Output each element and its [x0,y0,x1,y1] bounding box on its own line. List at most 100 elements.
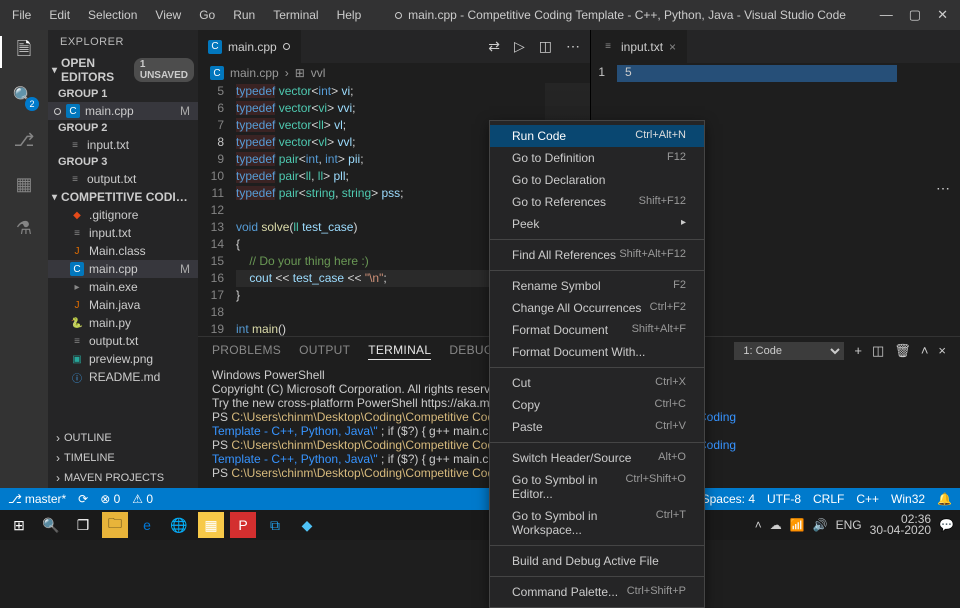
search-icon[interactable]: 🔍2 [12,84,36,108]
close-icon[interactable]: ✕ [937,7,948,23]
app-icon[interactable]: ▦ [198,512,224,538]
file-item[interactable]: ▸main.exe [48,278,198,296]
file-item[interactable]: ≡output.txt [48,332,198,350]
ctx-format-document[interactable]: Format DocumentShift+Alt+F [490,319,704,341]
open-editor-item[interactable]: ≡input.txt [48,136,198,154]
file-item[interactable]: 🐍main.py [48,314,198,332]
start-icon[interactable]: ⊞ [6,512,32,538]
ctx-go-to-symbol-in-editor-[interactable]: Go to Symbol in Editor...Ctrl+Shift+O [490,469,704,505]
menu-help[interactable]: Help [329,4,370,26]
ctx-peek[interactable]: Peek▸ [490,213,704,235]
compare-icon[interactable]: ⇄ [488,38,500,55]
close-panel-icon[interactable]: × [938,343,946,358]
tab-main-cpp[interactable]: Cmain.cpp [198,30,301,63]
explorer-task-icon[interactable]: 🗀 [102,512,128,538]
lang-indicator[interactable]: ENG [836,518,862,532]
cloud-icon[interactable]: ☁ [770,518,782,532]
os[interactable]: Win32 [891,492,925,506]
file-item[interactable]: ◆.gitignore [48,206,198,224]
explorer-icon[interactable]: 🗎 [12,40,36,64]
more-icon[interactable]: ⋯ [566,38,580,55]
git-branch[interactable]: ⎇ master* [8,492,66,506]
maximize-panel-icon[interactable]: ˄ [921,343,929,358]
ctx-copy[interactable]: CopyCtrl+C [490,394,704,416]
edge-icon[interactable]: e [134,512,160,538]
tab-input-txt[interactable]: ≡input.txt× [591,30,687,63]
errors[interactable]: ⊗ 0 [100,492,120,506]
ctx-go-to-declaration[interactable]: Go to Declaration [490,169,704,191]
ctx-run-code[interactable]: Run CodeCtrl+Alt+N [490,125,704,147]
ctx-switch-header-source[interactable]: Switch Header/SourceAlt+O [490,447,704,469]
ctx-cut[interactable]: CutCtrl+X [490,372,704,394]
tray-chevron-icon[interactable]: ˄ [755,518,762,532]
open-editors-header[interactable]: ▾OPEN EDITORS 1 UNSAVED [48,54,198,86]
ctx-go-to-symbol-in-workspace-[interactable]: Go to Symbol in Workspace...Ctrl+T [490,505,704,541]
file-item[interactable]: JMain.java [48,296,198,314]
language-mode[interactable]: C++ [856,492,879,506]
file-item[interactable]: Cmain.cppM [48,260,198,278]
notifications-icon[interactable]: 🔔 [937,492,952,506]
file-item[interactable]: ▣preview.png [48,350,198,368]
warnings[interactable]: ⚠ 0 [132,492,153,506]
breadcrumb[interactable]: Cmain.cpp›⊞vvl [198,63,590,83]
menu-edit[interactable]: Edit [41,4,78,26]
extensions-icon[interactable]: ▦ [12,172,36,196]
file-item[interactable]: ≡input.txt [48,224,198,242]
menu-file[interactable]: File [4,4,39,26]
ctx-paste[interactable]: PasteCtrl+V [490,416,704,438]
terminal-select[interactable]: 1: Code [734,342,844,360]
ctx-format-document-with-[interactable]: Format Document With... [490,341,704,363]
folder-header[interactable]: ▾COMPETITIVE CODING TEMPLATE - C+... [48,188,198,206]
file-item[interactable]: JMain.class [48,242,198,260]
section-timeline[interactable]: › TIMELINE [48,448,198,468]
task-view-icon[interactable]: ❐ [70,512,96,538]
split-icon[interactable]: ◫ [539,38,552,55]
maximize-icon[interactable]: ▢ [909,7,921,23]
menu-go[interactable]: Go [191,4,223,26]
ctx-change-all-occurrences[interactable]: Change All OccurrencesCtrl+F2 [490,297,704,319]
menu-terminal[interactable]: Terminal [265,4,326,26]
section-maven-projects[interactable]: › MAVEN PROJECTS [48,468,198,488]
sync-icon[interactable]: ⟳ [78,492,88,506]
app3-icon[interactable]: ◆ [294,512,320,538]
run-icon[interactable]: ▷ [514,38,525,55]
menu-run[interactable]: Run [225,4,263,26]
indent[interactable]: Spaces: 4 [702,492,755,506]
ctx-rename-symbol[interactable]: Rename SymbolF2 [490,275,704,297]
volume-icon[interactable]: 🔊 [813,518,828,532]
panel-tab-output[interactable]: OUTPUT [299,341,350,360]
new-terminal-icon[interactable]: + [854,343,862,358]
editor-more-icon[interactable]: ⋯ [936,180,950,197]
encoding[interactable]: UTF-8 [767,492,801,506]
menu-selection[interactable]: Selection [80,4,145,26]
testing-icon[interactable]: ⚗ [12,216,36,240]
menu-view[interactable]: View [147,4,189,26]
eol[interactable]: CRLF [813,492,844,506]
ctx-build-and-debug-active-file[interactable]: Build and Debug Active File [490,550,704,572]
file-item[interactable]: ⓘREADME.md [48,368,198,386]
split-terminal-icon[interactable]: ◫ [872,343,884,359]
badge: 2 [25,97,39,111]
ctx-go-to-definition[interactable]: Go to DefinitionF12 [490,147,704,169]
menubar: FileEditSelectionViewGoRunTerminalHelp [4,4,369,26]
open-editor-item[interactable]: ≡output.txt [48,170,198,188]
panel-tab-problems[interactable]: PROBLEMS [212,341,281,360]
clock[interactable]: 02:3630-04-2020 [870,514,931,536]
kill-terminal-icon[interactable]: 🗑 [894,343,911,359]
wifi-icon[interactable]: 📶 [790,518,805,532]
open-editor-item[interactable]: Cmain.cppM [48,102,198,120]
section-outline[interactable]: › OUTLINE [48,428,198,448]
ctx-find-all-references[interactable]: Find All ReferencesShift+Alt+F12 [490,244,704,266]
minimize-icon[interactable]: — [880,7,893,23]
task-search-icon[interactable]: 🔍 [38,512,64,538]
ctx-go-to-references[interactable]: Go to ReferencesShift+F12 [490,191,704,213]
vscode-task-icon[interactable]: ⧉ [262,512,288,538]
app2-icon[interactable]: P [230,512,256,538]
chrome-icon[interactable]: 🌐 [166,512,192,538]
close-tab-icon[interactable]: × [669,40,676,54]
ctx-command-palette-[interactable]: Command Palette...Ctrl+Shift+P [490,581,704,603]
action-center-icon[interactable]: 💬 [939,518,954,532]
source-control-icon[interactable]: ⎇ [12,128,36,152]
panel-tab-terminal[interactable]: TERMINAL [368,341,431,360]
sidebar-title: EXPLORER [48,30,198,54]
